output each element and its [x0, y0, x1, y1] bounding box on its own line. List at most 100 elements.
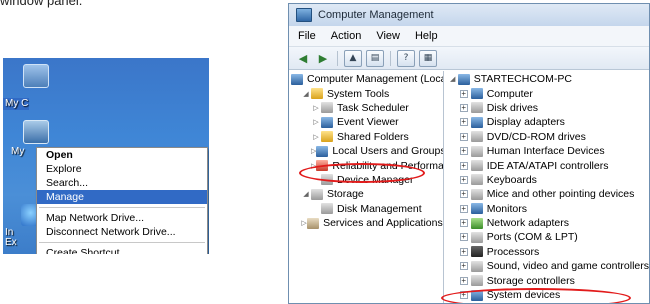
tree-item-computer-management-local[interactable]: Computer Management (Local [289, 72, 443, 86]
expand-plus-icon[interactable]: + [459, 247, 468, 256]
device-category-system-devices[interactable]: + System devices [444, 288, 649, 302]
expander-icon[interactable]: ▷ [311, 133, 321, 141]
pc-root-icon [457, 73, 470, 85]
expand-plus-icon[interactable]: + [459, 103, 468, 112]
tree-item-device-manager[interactable]: Device Manager [289, 173, 443, 187]
device-category-storage-controllers[interactable]: + Storage controllers [444, 273, 649, 287]
shared-folders-icon [321, 131, 333, 143]
device-category-label: DVD/CD-ROM drives [486, 130, 586, 143]
title-bar: Computer Management [289, 4, 649, 26]
properties-icon[interactable]: ▦ [419, 49, 437, 67]
sound-icon [470, 260, 483, 272]
device-category-label: Monitors [486, 202, 527, 215]
device-category-disk-drives[interactable]: + Disk drives [444, 101, 649, 115]
tree-item-event-viewer[interactable]: ▷ Event Viewer [289, 115, 443, 129]
toolbar: ◀ ▶ ▲ ▤ ? ▦ [289, 47, 649, 70]
expander-icon[interactable]: ▷ [311, 104, 321, 112]
device-category-network-adapters[interactable]: + Network adapters [444, 216, 649, 230]
monitor-icon [470, 203, 483, 215]
tree-item-disk-management[interactable]: Disk Management [289, 202, 443, 216]
device-category-label: Ports (COM & LPT) [486, 231, 578, 244]
context-menu-item-create-shortcut[interactable]: Create Shortcut [37, 246, 207, 254]
tree-item-label: Shared Folders [337, 130, 409, 143]
tree-item-reliability-and-performa[interactable]: ▷ Reliability and Performa [289, 158, 443, 172]
device-category-mice-and-other-pointing-devices[interactable]: + Mice and other pointing devices [444, 187, 649, 201]
tree-item-shared-folders[interactable]: ▷ Shared Folders [289, 130, 443, 144]
expander-icon[interactable]: ◢ [301, 190, 311, 198]
device-category-dvd-cd-rom-drives[interactable]: + DVD/CD-ROM drives [444, 130, 649, 144]
context-menu-item-map-network-drive[interactable]: Map Network Drive... [37, 211, 207, 225]
context-menu-item-manage[interactable]: Manage [37, 190, 207, 204]
expand-plus-icon[interactable]: + [459, 89, 468, 98]
context-menu-item-disconnect-network-drive[interactable]: Disconnect Network Drive... [37, 225, 207, 239]
ports-icon [470, 231, 483, 243]
expand-plus-icon[interactable]: + [459, 291, 468, 300]
tree-item-label: System Tools [327, 87, 390, 100]
context-menu-item-open[interactable]: Open [37, 148, 207, 162]
tree-item-task-scheduler[interactable]: ▷ Task Scheduler [289, 101, 443, 115]
expand-plus-icon[interactable]: + [459, 132, 468, 141]
expand-plus-icon[interactable]: + [459, 262, 468, 271]
expand-plus-icon[interactable]: + [459, 161, 468, 170]
menu-action[interactable]: Action [331, 30, 362, 42]
computer-management-icon [296, 8, 312, 22]
tree-item-label: Services and Applications [323, 217, 443, 230]
keyboard-icon [470, 174, 483, 186]
storage-controller-icon [470, 275, 483, 287]
back-arrow-icon[interactable]: ◀ [295, 51, 311, 66]
context-menu-item-explore[interactable]: Explore [37, 162, 207, 176]
device-category-ide-ata-atapi-controllers[interactable]: + IDE ATA/ATAPI controllers [444, 158, 649, 172]
expand-plus-icon[interactable]: + [459, 147, 468, 156]
device-manager-icon [321, 174, 333, 186]
device-category-sound-video-and-game-controllers[interactable]: + Sound, video and game controllers [444, 259, 649, 273]
device-category-display-adapters[interactable]: + Display adapters [444, 115, 649, 129]
show-tree-icon[interactable]: ▤ [366, 49, 384, 67]
tree-item-label: Task Scheduler [337, 101, 409, 114]
expand-plus-icon[interactable]: + [459, 190, 468, 199]
expander-icon[interactable]: ▷ [311, 118, 321, 126]
device-root-label: STARTECHCOM-PC [473, 73, 572, 86]
device-root-row[interactable]: ◢ STARTECHCOM-PC [444, 72, 649, 86]
device-category-monitors[interactable]: + Monitors [444, 202, 649, 216]
device-category-keyboards[interactable]: + Keyboards [444, 173, 649, 187]
help-icon[interactable]: ? [397, 49, 415, 67]
clock-icon [321, 102, 333, 114]
disk-drive-icon [470, 102, 483, 114]
expand-plus-icon[interactable]: + [459, 175, 468, 184]
tree-item-storage[interactable]: ◢ Storage [289, 187, 443, 201]
device-category-processors[interactable]: + Processors [444, 245, 649, 259]
up-folder-icon[interactable]: ▲ [344, 49, 362, 67]
event-viewer-icon [321, 116, 333, 128]
tree-item-local-users-and-groups[interactable]: ▷ Local Users and Groups [289, 144, 443, 158]
menu-file[interactable]: File [298, 30, 316, 42]
computer-management-window: Computer Management File Action View Hel… [288, 3, 650, 304]
dvd-drive-icon [470, 131, 483, 143]
menu-bar: File Action View Help [289, 26, 649, 47]
device-category-label: Computer [486, 87, 533, 100]
menu-help[interactable]: Help [415, 30, 438, 42]
expand-plus-icon[interactable]: + [459, 276, 468, 285]
users-icon [316, 145, 329, 157]
reliability-icon [316, 160, 329, 172]
network-places-icon[interactable] [23, 120, 49, 144]
device-category-computer[interactable]: + Computer [444, 86, 649, 100]
forward-arrow-icon[interactable]: ▶ [315, 51, 331, 66]
device-category-label: Storage controllers [486, 274, 575, 287]
tree-item-system-tools[interactable]: ◢ System Tools [289, 86, 443, 100]
expander-icon[interactable]: ◢ [301, 90, 311, 98]
tree-item-services-and-applications[interactable]: ▷ Services and Applications [289, 216, 443, 230]
caption-text: window panel. [0, 0, 83, 8]
expand-plus-icon[interactable]: + [459, 204, 468, 213]
expand-plus-icon[interactable]: + [459, 219, 468, 228]
expand-plus-icon[interactable]: + [459, 118, 468, 127]
context-menu-item-search[interactable]: Search... [37, 176, 207, 190]
system-tools-icon [311, 88, 323, 100]
tree-item-label: Event Viewer [337, 116, 399, 129]
expand-plus-icon[interactable]: + [459, 233, 468, 242]
device-category-ports-com-lpt[interactable]: + Ports (COM & LPT) [444, 230, 649, 244]
menu-separator [39, 242, 205, 243]
menu-view[interactable]: View [376, 30, 400, 42]
device-category-human-interface-devices[interactable]: + Human Interface Devices [444, 144, 649, 158]
disk-management-icon [321, 203, 333, 215]
my-computer-icon[interactable] [23, 64, 49, 88]
